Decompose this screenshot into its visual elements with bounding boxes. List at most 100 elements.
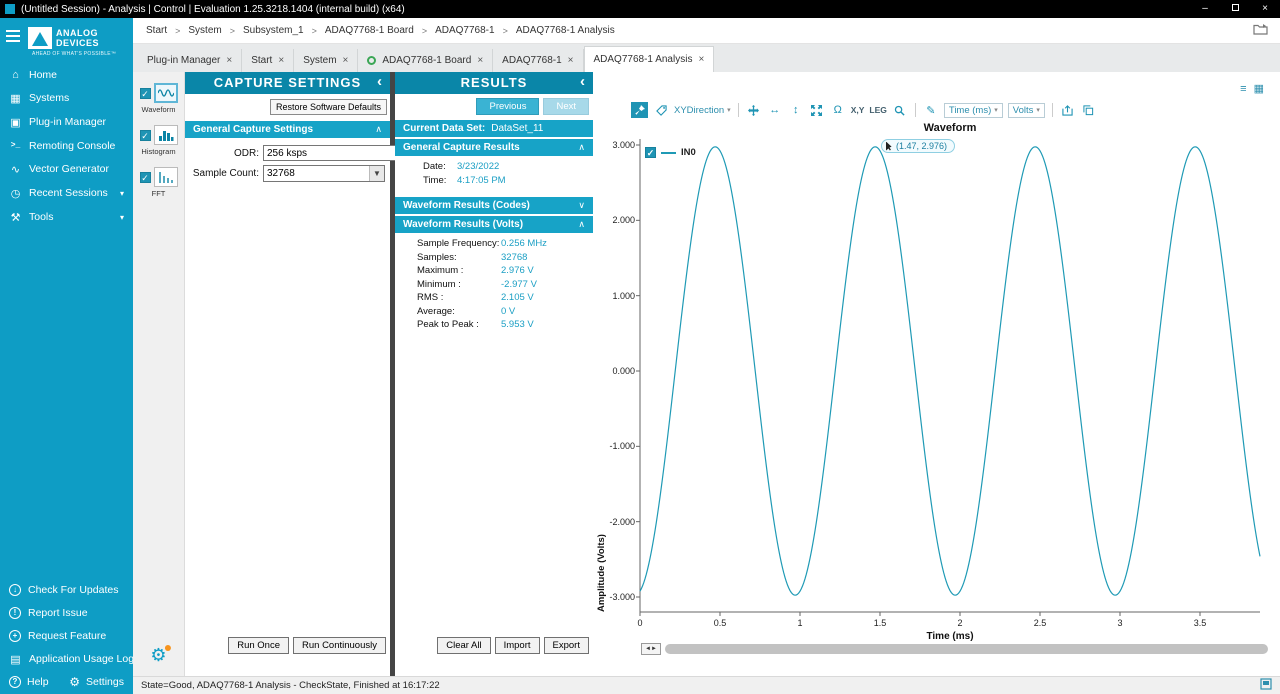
pin-chart-button[interactable] [631,102,648,118]
adi-triangle-icon [28,27,52,49]
import-button[interactable]: Import [495,637,540,654]
tab-adaq7768-1-analysis[interactable]: ADAQ7768-1 Analysis× [584,46,715,72]
previous-dataset-button[interactable]: Previous [476,98,539,115]
region-zoom-button[interactable]: Ω [830,102,846,118]
maximize-button[interactable] [1220,0,1250,18]
collapse-panel-icon[interactable]: ‹ [580,71,586,93]
sidebar-item-tools[interactable]: ⚒Tools▾ [0,205,133,229]
sidebar-item-remoting-console[interactable]: >_Remoting Console [0,134,133,157]
scrollbar-thumb[interactable] [665,644,1268,654]
copy-chart-button[interactable] [1081,102,1097,118]
result-value: -2.977 V [501,279,537,290]
section-waveform-results-codes[interactable]: Waveform Results (Codes) ∨ [395,197,593,214]
sidebar-item-recent-sessions[interactable]: ◷Recent Sessions▾ [0,181,133,205]
xy-coordinates-button[interactable]: X,Y [851,102,865,118]
sidebar-item-label: Vector Generator [29,163,109,175]
tab-start[interactable]: Start× [242,49,294,72]
sidebar-item-help[interactable]: ? Help [9,676,49,688]
title-bar: (Untitled Session) - Analysis | Control … [0,0,1280,18]
collapse-panel-icon[interactable]: ‹ [377,71,383,93]
waveform-plot[interactable] [640,145,1260,612]
zoom-button[interactable] [892,102,908,118]
legend-toggle-button[interactable]: LEG [869,102,886,118]
breadcrumb-item-adaq7768-1[interactable]: ADAQ7768-1 [434,25,495,36]
sidebar-item-home[interactable]: ⌂Home [0,63,133,86]
layout-panel-icon[interactable] [1260,678,1272,693]
result-value: 2.976 V [501,265,534,276]
section-general-capture-results[interactable]: General Capture Results ∧ [395,139,593,156]
y-unit-select[interactable]: Volts ▾ [1008,103,1045,118]
sidebar-item-plug-in-manager[interactable]: ▣Plug-in Manager [0,110,133,134]
scrollbar-arrows-button[interactable]: ◄► [641,643,661,655]
sidebar-item-systems[interactable]: ▦Systems [0,86,133,110]
breadcrumb-separator: > [175,26,180,36]
toolstrip-item-fft[interactable]: ✓FFT [133,164,184,201]
xy-direction-select[interactable]: XYDirection ▾ [674,105,731,116]
section-waveform-results-volts[interactable]: Waveform Results (Volts) ∧ [395,216,593,233]
sidebar-item-request-feature[interactable]: +Request Feature [0,624,133,647]
result-label: Average: [417,306,501,317]
sidebar-item-check-for-updates[interactable]: ↓Check For Updates [0,578,133,601]
close-icon[interactable]: × [477,55,483,66]
tab-plug-in-manager[interactable]: Plug-in Manager× [138,49,242,72]
sidebar-bottom-nav: ↓Check For Updates! Report Issue +Request … [0,578,133,671]
logging-icon: ▤ [9,653,22,666]
close-icon[interactable]: × [226,55,232,66]
result-row: RMS :2.105 V [417,292,593,303]
pan-button[interactable] [746,102,762,118]
breadcrumb-item-start[interactable]: Start [145,25,168,36]
close-icon[interactable]: × [343,55,349,66]
app-icon [5,4,15,14]
checkbox-checked-icon[interactable]: ✓ [140,172,151,183]
close-icon[interactable]: × [278,55,284,66]
session-folder-icon[interactable] [1253,23,1268,38]
result-row: Samples:32768 [417,252,593,263]
vertical-zoom-button[interactable]: ↕ [788,102,804,118]
close-icon[interactable]: × [698,54,704,65]
breadcrumb-item-adaq7768-1-board[interactable]: ADAQ7768-1 Board [324,25,415,36]
close-icon[interactable]: × [568,55,574,66]
sidebar-item-vector-generator[interactable]: ∿Vector Generator [0,157,133,181]
checkbox-checked-icon[interactable]: ✓ [140,88,151,99]
next-dataset-button[interactable]: Next [543,98,589,115]
annotation-tag-button[interactable] [653,102,669,118]
result-label: Maximum : [417,265,501,276]
annotate-pencil-button[interactable]: ✎ [923,102,939,118]
breadcrumb-item-subsystem-1[interactable]: Subsystem_1 [242,25,305,36]
breadcrumb-item-system[interactable]: System [187,25,222,36]
general-results-rows: Date:3/23/2022Time:4:17:05 PM [395,156,593,195]
section-general-capture-settings[interactable]: General Capture Settings ∧ [185,121,390,138]
tab-system[interactable]: System× [294,49,358,72]
run-continuously-button[interactable]: Run Continuously [293,637,386,654]
report-icon: ! [9,607,21,619]
result-value: 2.105 V [501,292,534,303]
sample-count-select[interactable]: 32768 ▼ [263,165,385,182]
odr-input[interactable] [263,145,403,161]
sidebar-item-label: Report Issue [28,607,88,619]
fit-view-button[interactable] [809,102,825,118]
checkbox-checked-icon[interactable]: ✓ [140,130,151,141]
restore-defaults-button[interactable]: Restore Software Defaults [270,99,387,115]
logo-line1: ANALOG [56,28,99,38]
run-once-button[interactable]: Run Once [228,637,289,654]
tab-adaq7768-1[interactable]: ADAQ7768-1× [493,49,583,72]
close-button[interactable]: × [1250,0,1280,18]
hamburger-menu-icon[interactable] [6,27,24,45]
clear-all-button[interactable]: Clear All [437,637,490,654]
x-unit-select[interactable]: Time (ms) ▾ [944,103,1003,118]
export-image-button[interactable] [1060,102,1076,118]
sidebar-item-application-usage-logging[interactable]: ▤Application Usage Logging [0,647,133,671]
minimize-button[interactable]: – [1190,0,1220,18]
toolstrip-item-waveform[interactable]: ✓Waveform [133,80,184,117]
toolstrip-item-histogram[interactable]: ✓Histogram [133,122,184,159]
sidebar-item-report-issue[interactable]: ! Report Issue [0,601,133,624]
analysis-settings-gear-icon[interactable]: ⚙ [150,646,166,664]
chart-properties-icon[interactable]: ≡ [1240,84,1246,95]
chart-grid-icon[interactable]: ▦ [1254,84,1264,95]
tab-adaq7768-1-board[interactable]: ADAQ7768-1 Board× [358,49,493,72]
horizontal-zoom-button[interactable]: ↔ [767,102,783,118]
sidebar-item-settings[interactable]: ⚙ Settings [69,675,124,689]
breadcrumb-item-adaq7768-1-analysis[interactable]: ADAQ7768-1 Analysis [515,25,616,36]
result-row: Maximum :2.976 V [417,265,593,276]
export-button[interactable]: Export [544,637,589,654]
